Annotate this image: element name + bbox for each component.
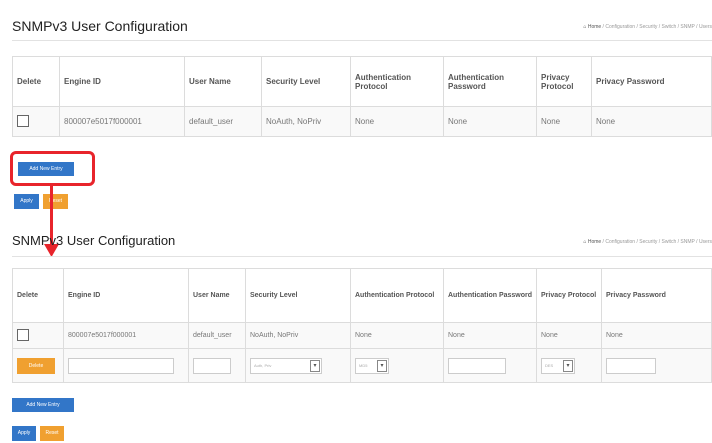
breadcrumb-item[interactable]: Users xyxy=(699,239,712,245)
divider xyxy=(12,256,712,257)
page-title: SNMPv3 User Configuration xyxy=(12,233,176,248)
table-row: 800007e5017f000001 default_user NoAuth, … xyxy=(12,106,712,137)
config-panel-top: SNMPv3 User Configuration ⌂ Home / Confi… xyxy=(12,0,712,230)
col-privacy-password: Privacy Password xyxy=(601,268,712,323)
privacy-password-cell: None xyxy=(591,106,712,137)
breadcrumb-item[interactable]: Switch xyxy=(662,24,677,30)
users-table: Delete Engine ID User Name Security Leve… xyxy=(12,268,712,383)
auth-protocol-cell: None xyxy=(350,106,444,137)
col-auth-password: Authentication Password xyxy=(443,56,537,107)
engine-id-input[interactable] xyxy=(68,357,174,374)
chevron-down-icon: ▾ xyxy=(563,359,573,372)
privacy-protocol-select[interactable]: DES ▾ xyxy=(541,357,575,374)
col-privacy-protocol: Privacy Protocol xyxy=(536,56,592,107)
breadcrumb-item[interactable]: Users xyxy=(699,24,712,30)
breadcrumb-item[interactable]: SNMP xyxy=(680,239,694,245)
col-delete: Delete xyxy=(12,268,64,323)
privacy-protocol-cell: None xyxy=(536,322,602,349)
col-delete: Delete xyxy=(12,56,60,107)
privacy-password-input[interactable] xyxy=(606,357,656,374)
breadcrumb-item[interactable]: Switch xyxy=(662,239,677,245)
auth-protocol-cell: None xyxy=(350,322,444,349)
users-table: Delete Engine ID User Name Security Leve… xyxy=(12,56,712,137)
apply-button[interactable]: Apply xyxy=(14,194,39,209)
col-auth-protocol: Authentication Protocol xyxy=(350,268,444,323)
breadcrumb-item[interactable]: Security xyxy=(639,239,657,245)
privacy-password-cell: None xyxy=(601,322,712,349)
col-security-level: Security Level xyxy=(245,268,351,323)
col-user-name: User Name xyxy=(188,268,246,323)
delete-entry-button[interactable]: Delete xyxy=(17,357,55,374)
breadcrumb-item[interactable]: Home xyxy=(588,24,601,30)
reset-button[interactable]: Reset xyxy=(40,426,64,441)
breadcrumb: ⌂ Home / Configuration / Security / Swit… xyxy=(583,24,712,30)
auth-protocol-select[interactable]: MD5 ▾ xyxy=(355,357,389,374)
security-level-cell: Auth, Priv ▾ xyxy=(245,348,351,383)
engine-id-cell xyxy=(63,348,189,383)
delete-cell xyxy=(12,322,64,349)
user-name-cell: default_user xyxy=(184,106,262,137)
col-auth-password: Authentication Password xyxy=(443,268,537,323)
user-name-cell xyxy=(188,348,246,383)
home-icon[interactable]: ⌂ xyxy=(583,24,586,30)
col-engine-id: Engine ID xyxy=(63,268,189,323)
auth-password-cell xyxy=(443,348,537,383)
col-auth-protocol: Authentication Protocol xyxy=(350,56,444,107)
delete-cell: Delete xyxy=(12,348,64,383)
user-name-cell: default_user xyxy=(188,322,246,349)
engine-id-cell: 800007e5017f000001 xyxy=(63,322,189,349)
divider xyxy=(12,40,712,41)
reset-button[interactable]: Reset xyxy=(43,194,68,209)
security-level-cell: NoAuth, NoPriv xyxy=(245,322,351,349)
security-level-cell: NoAuth, NoPriv xyxy=(261,106,351,137)
col-security-level: Security Level xyxy=(261,56,351,107)
privacy-protocol-cell: None xyxy=(536,106,592,137)
breadcrumb: ⌂ Home / Configuration / Security / Swit… xyxy=(583,239,712,245)
chevron-down-icon: ▾ xyxy=(377,359,387,372)
auth-protocol-cell: MD5 ▾ xyxy=(350,348,444,383)
delete-cell xyxy=(12,106,60,137)
auth-password-cell: None xyxy=(443,322,537,349)
delete-checkbox[interactable] xyxy=(17,328,29,341)
page-title: SNMPv3 User Configuration xyxy=(12,18,188,34)
col-engine-id: Engine ID xyxy=(59,56,185,107)
engine-id-cell: 800007e5017f000001 xyxy=(59,106,185,137)
config-panel-bottom: SNMPv3 User Configuration ⌂ Home / Confi… xyxy=(12,228,712,443)
security-level-select[interactable]: Auth, Priv ▾ xyxy=(250,357,322,374)
highlight-box xyxy=(10,151,95,186)
breadcrumb-item[interactable]: Security xyxy=(639,24,657,30)
auth-password-input[interactable] xyxy=(448,357,506,374)
table-row: 800007e5017f000001 default_user NoAuth, … xyxy=(12,322,712,349)
privacy-protocol-cell: DES ▾ xyxy=(536,348,602,383)
apply-button[interactable]: Apply xyxy=(12,426,36,441)
breadcrumb-item[interactable]: Configuration xyxy=(605,24,635,30)
breadcrumb-item[interactable]: Configuration xyxy=(605,239,635,245)
add-new-entry-button[interactable]: Add New Entry xyxy=(12,398,74,412)
delete-checkbox[interactable] xyxy=(17,114,29,127)
new-entry-row: Delete Auth, Priv ▾ MD5 ▾ DES ▾ xyxy=(12,348,712,383)
breadcrumb-item[interactable]: Home xyxy=(588,239,601,245)
col-user-name: User Name xyxy=(184,56,262,107)
col-privacy-protocol: Privacy Protocol xyxy=(536,268,602,323)
home-icon[interactable]: ⌂ xyxy=(583,239,586,245)
col-privacy-password: Privacy Password xyxy=(591,56,712,107)
privacy-password-cell xyxy=(601,348,712,383)
user-name-input[interactable] xyxy=(193,357,231,374)
chevron-down-icon: ▾ xyxy=(310,359,320,372)
breadcrumb-item[interactable]: SNMP xyxy=(680,24,694,30)
auth-password-cell: None xyxy=(443,106,537,137)
